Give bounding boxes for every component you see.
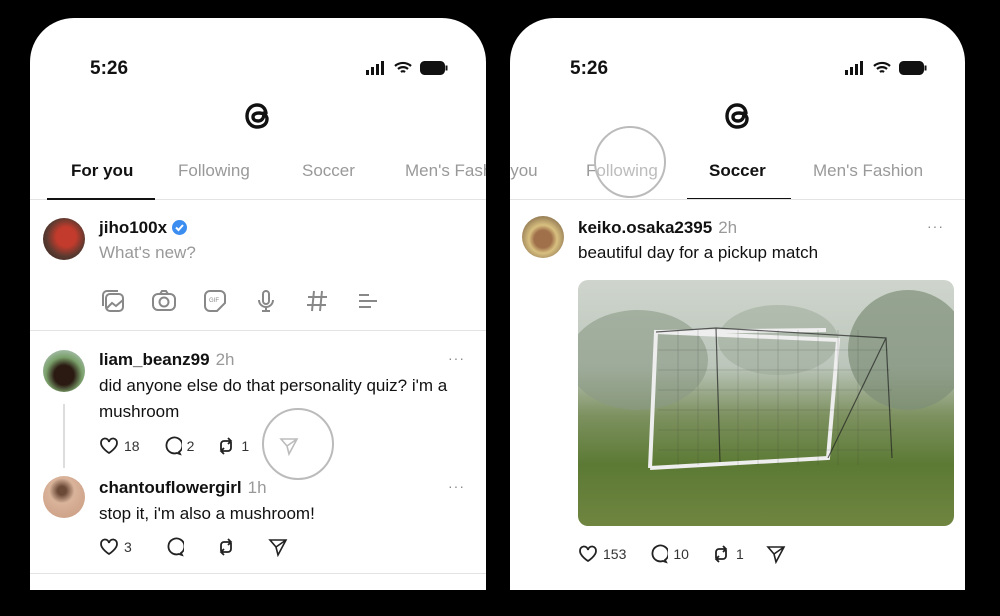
post-actions: 3 <box>99 537 310 557</box>
clock: 5:26 <box>570 58 609 79</box>
status-bar: 5:26 <box>30 58 486 80</box>
post-text: stop it, i'm also a mushroom! <box>99 504 315 523</box>
divider <box>30 573 486 574</box>
share-button[interactable] <box>765 544 786 564</box>
heart-icon <box>100 538 118 556</box>
like-button[interactable]: 153 <box>578 545 626 563</box>
gallery-icon[interactable] <box>100 288 126 314</box>
heart-icon <box>579 545 597 563</box>
clock: 5:26 <box>90 58 129 79</box>
post-time: 2h <box>718 218 738 237</box>
share-button[interactable] <box>268 537 288 557</box>
touch-indicator <box>262 408 334 480</box>
camera-icon[interactable] <box>151 288 177 314</box>
battery-icon <box>420 61 448 75</box>
svg-text:GIF: GIF <box>209 298 219 304</box>
wifi-icon <box>394 61 412 73</box>
repost-button[interactable] <box>216 537 236 557</box>
comment-icon <box>651 544 669 564</box>
post-actions: 153 10 1 <box>578 544 808 564</box>
divider <box>30 330 486 331</box>
feed-tabs: For you Following Soccer Men's Fashion <box>510 158 965 200</box>
touch-indicator <box>594 126 666 198</box>
comment-icon <box>167 537 184 557</box>
composer-username: jiho100x <box>99 218 187 238</box>
battery-icon <box>899 61 927 75</box>
username[interactable]: keiko.osaka2395 <box>578 218 712 237</box>
hashtag-icon[interactable] <box>304 288 330 314</box>
reply-count: 10 <box>673 546 689 562</box>
post-image[interactable] <box>578 280 954 526</box>
username: jiho100x <box>99 218 168 237</box>
gif-icon[interactable]: GIF <box>202 288 228 314</box>
heart-icon <box>100 437 118 455</box>
post-time: 1h <box>247 478 267 497</box>
reply-button[interactable]: 10 <box>648 544 689 564</box>
wifi-icon <box>873 61 891 73</box>
soccer-goal-image <box>578 290 954 470</box>
username[interactable]: liam_beanz99 <box>99 350 210 369</box>
repost-button[interactable]: 1 <box>216 436 249 456</box>
tab-mens-fashion[interactable]: Men's Fashion <box>405 161 486 181</box>
avatar[interactable] <box>522 216 564 258</box>
threads-logo-icon[interactable] <box>238 96 278 136</box>
repost-count: 1 <box>735 546 744 562</box>
like-count: 18 <box>124 438 140 454</box>
username[interactable]: chantouflowergirl <box>99 478 242 497</box>
repost-button[interactable]: 1 <box>711 544 744 564</box>
like-button[interactable]: 18 <box>99 437 140 455</box>
like-count: 153 <box>603 546 627 562</box>
reply-count: 2 <box>186 438 195 454</box>
post-username[interactable]: keiko.osaka2395 2h <box>578 218 737 238</box>
comment-icon <box>165 436 182 456</box>
send-icon <box>765 546 786 564</box>
repost-icon <box>219 538 233 556</box>
feed-tabs: For you Following Soccer Men's Fashion <box>30 158 486 200</box>
send-icon <box>268 539 288 557</box>
tab-mens-fashion[interactable]: Men's Fashion <box>813 161 923 181</box>
repost-icon <box>220 437 233 455</box>
reply-button[interactable] <box>164 537 184 557</box>
tab-for-you[interactable]: For you <box>71 161 133 181</box>
post-username[interactable]: chantouflowergirl 1h <box>99 478 267 498</box>
active-tab-indicator <box>687 198 791 199</box>
repost-icon <box>714 545 728 563</box>
avatar[interactable] <box>43 350 85 392</box>
tab-following[interactable]: Following <box>178 161 250 181</box>
post-text: beautiful day for a pickup match <box>578 243 819 262</box>
status-bar: 5:26 <box>510 58 965 80</box>
more-options-icon[interactable]: ··· <box>448 350 465 366</box>
avatar[interactable] <box>43 218 85 260</box>
repost-count: 1 <box>241 438 250 454</box>
signal-icon <box>845 61 863 75</box>
tab-soccer[interactable]: Soccer <box>709 161 766 181</box>
verified-badge-icon <box>171 220 187 235</box>
mic-icon[interactable] <box>253 288 279 314</box>
like-count: 3 <box>124 539 132 555</box>
poll-icon[interactable] <box>355 288 381 314</box>
avatar[interactable] <box>43 476 85 518</box>
post-username[interactable]: liam_beanz99 2h <box>99 350 234 370</box>
tab-for-you[interactable]: For you <box>510 161 538 181</box>
signal-icon <box>366 61 384 75</box>
like-button[interactable]: 3 <box>99 538 132 556</box>
reply-button[interactable]: 2 <box>162 436 195 456</box>
active-tab-indicator <box>47 198 155 200</box>
post-time: 2h <box>215 350 235 369</box>
more-options-icon[interactable]: ··· <box>448 478 465 494</box>
more-options-icon[interactable]: ··· <box>927 218 944 234</box>
phone-right: 5:26 For you Following Soccer Men's Fash… <box>510 18 965 590</box>
thread-line <box>63 404 65 468</box>
tab-soccer[interactable]: Soccer <box>302 161 355 181</box>
threads-logo-icon[interactable] <box>718 96 758 136</box>
composer-input[interactable]: What's new? <box>99 240 196 266</box>
phone-left: 5:26 For you Following Soccer Men's Fash… <box>30 18 486 590</box>
composer-tools: GIF <box>100 288 381 314</box>
